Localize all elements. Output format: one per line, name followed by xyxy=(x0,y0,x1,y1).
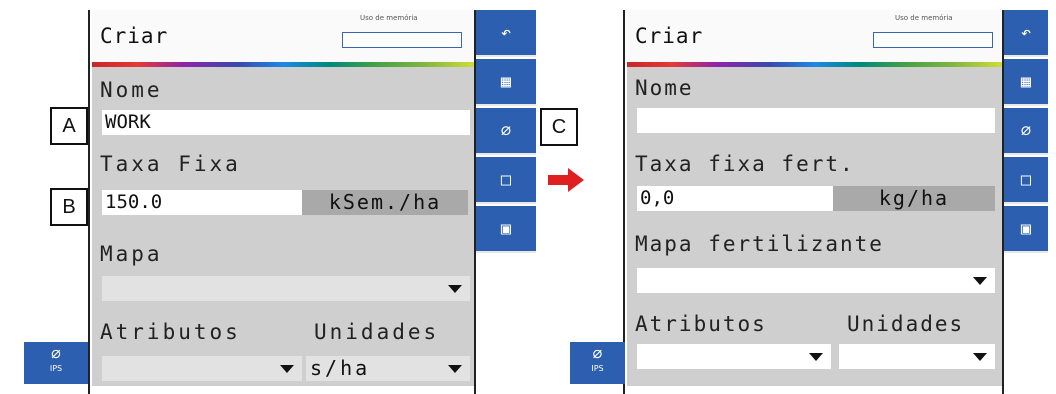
fixed-rate-label: Taxa fixa fert. xyxy=(635,152,855,176)
left-strip: ∅ IPS xyxy=(570,10,625,394)
fertilizer-map-dropdown[interactable] xyxy=(637,268,995,293)
leaf-icon: ∅ xyxy=(1020,121,1032,141)
name-field[interactable] xyxy=(637,108,995,133)
right-toolbar: ↶ ▦ ∅ □ ▣ xyxy=(474,10,536,394)
leaf-icon: ∅ xyxy=(51,344,61,363)
color-stripe xyxy=(92,62,474,67)
memory-usage-label: Uso de memória xyxy=(360,14,418,22)
callout-a: A xyxy=(50,107,88,145)
square-icon: □ xyxy=(1020,170,1032,190)
ips-label: IPS xyxy=(49,364,63,373)
transition-arrow-icon xyxy=(548,168,584,192)
chevron-down-icon xyxy=(280,365,294,373)
ips-button[interactable]: ∅ IPS xyxy=(570,342,625,384)
attributes-label: Atributos xyxy=(635,312,767,336)
leaf-icon: ∅ xyxy=(592,344,603,363)
back-button[interactable]: ↶ xyxy=(476,10,536,57)
title-bar: Criar Uso de memória xyxy=(92,10,474,62)
map-label: Mapa xyxy=(100,242,163,266)
save-button[interactable]: ▣ xyxy=(476,206,536,253)
ips-button[interactable]: ∅ IPS xyxy=(24,342,88,384)
callout-b: B xyxy=(50,188,88,226)
page-title: Criar xyxy=(635,24,704,48)
memory-usage-bar xyxy=(873,32,993,48)
chevron-down-icon xyxy=(973,277,987,285)
units-dropdown[interactable] xyxy=(839,344,995,369)
memory-usage-bar xyxy=(342,32,462,48)
name-label: Nome xyxy=(635,76,694,100)
create-form-panel: Criar Uso de memória Nome WORK Taxa Fixa… xyxy=(92,10,474,386)
fertilizer-map-label: Mapa fertilizante xyxy=(635,232,884,256)
fixed-rate-unit: kSem./ha xyxy=(302,190,468,215)
screen-after: ∅ IPS Criar Uso de memória Nome Taxa fix… xyxy=(570,10,1048,394)
callout-c: C xyxy=(540,108,578,146)
map-icon: ▦ xyxy=(1020,72,1032,92)
square-icon: □ xyxy=(500,170,512,190)
map-button[interactable]: ▦ xyxy=(476,59,536,106)
save-icon: ▣ xyxy=(500,219,512,239)
fixed-rate-label: Taxa Fixa xyxy=(100,152,241,176)
attributes-label: Atributos xyxy=(100,320,241,344)
save-button[interactable]: ▣ xyxy=(1004,206,1048,253)
chevron-down-icon xyxy=(809,353,823,361)
units-label: Unidades xyxy=(314,320,440,344)
chevron-down-icon xyxy=(448,365,462,373)
name-label: Nome xyxy=(100,78,163,102)
fixed-rate-unit: kg/ha xyxy=(833,186,995,211)
create-form-panel: Criar Uso de memória Nome Taxa fixa fert… xyxy=(627,10,1002,386)
map-dropdown[interactable] xyxy=(102,276,470,301)
fixed-rate-field[interactable]: 150.0 xyxy=(102,190,302,215)
memory-usage-label: Uso de memória xyxy=(895,14,953,22)
chevron-down-icon xyxy=(973,353,987,361)
units-dropdown-value: s/ha xyxy=(310,356,371,380)
square-button[interactable]: □ xyxy=(476,157,536,204)
right-toolbar: ↶ ▦ ∅ □ ▣ xyxy=(1002,10,1048,394)
attributes-dropdown[interactable] xyxy=(637,344,831,369)
page-title: Criar xyxy=(100,24,169,48)
title-bar: Criar Uso de memória xyxy=(627,10,1002,62)
ips-label: IPS xyxy=(591,364,604,373)
back-icon: ↶ xyxy=(1020,23,1032,43)
map-button[interactable]: ▦ xyxy=(1004,59,1048,106)
color-stripe xyxy=(627,62,1002,67)
units-dropdown[interactable]: s/ha xyxy=(306,356,470,381)
fixed-rate-field[interactable]: 0,0 xyxy=(637,186,833,211)
leaf-button[interactable]: ∅ xyxy=(1004,108,1048,155)
attributes-dropdown[interactable] xyxy=(102,356,302,381)
leaf-button[interactable]: ∅ xyxy=(476,108,536,155)
map-icon: ▦ xyxy=(500,72,512,92)
name-field[interactable]: WORK xyxy=(102,110,470,135)
back-icon: ↶ xyxy=(500,23,512,43)
save-icon: ▣ xyxy=(1020,219,1032,239)
square-button[interactable]: □ xyxy=(1004,157,1048,204)
chevron-down-icon xyxy=(448,285,462,293)
leaf-icon: ∅ xyxy=(500,121,512,141)
back-button[interactable]: ↶ xyxy=(1004,10,1048,57)
units-label: Unidades xyxy=(847,312,965,336)
